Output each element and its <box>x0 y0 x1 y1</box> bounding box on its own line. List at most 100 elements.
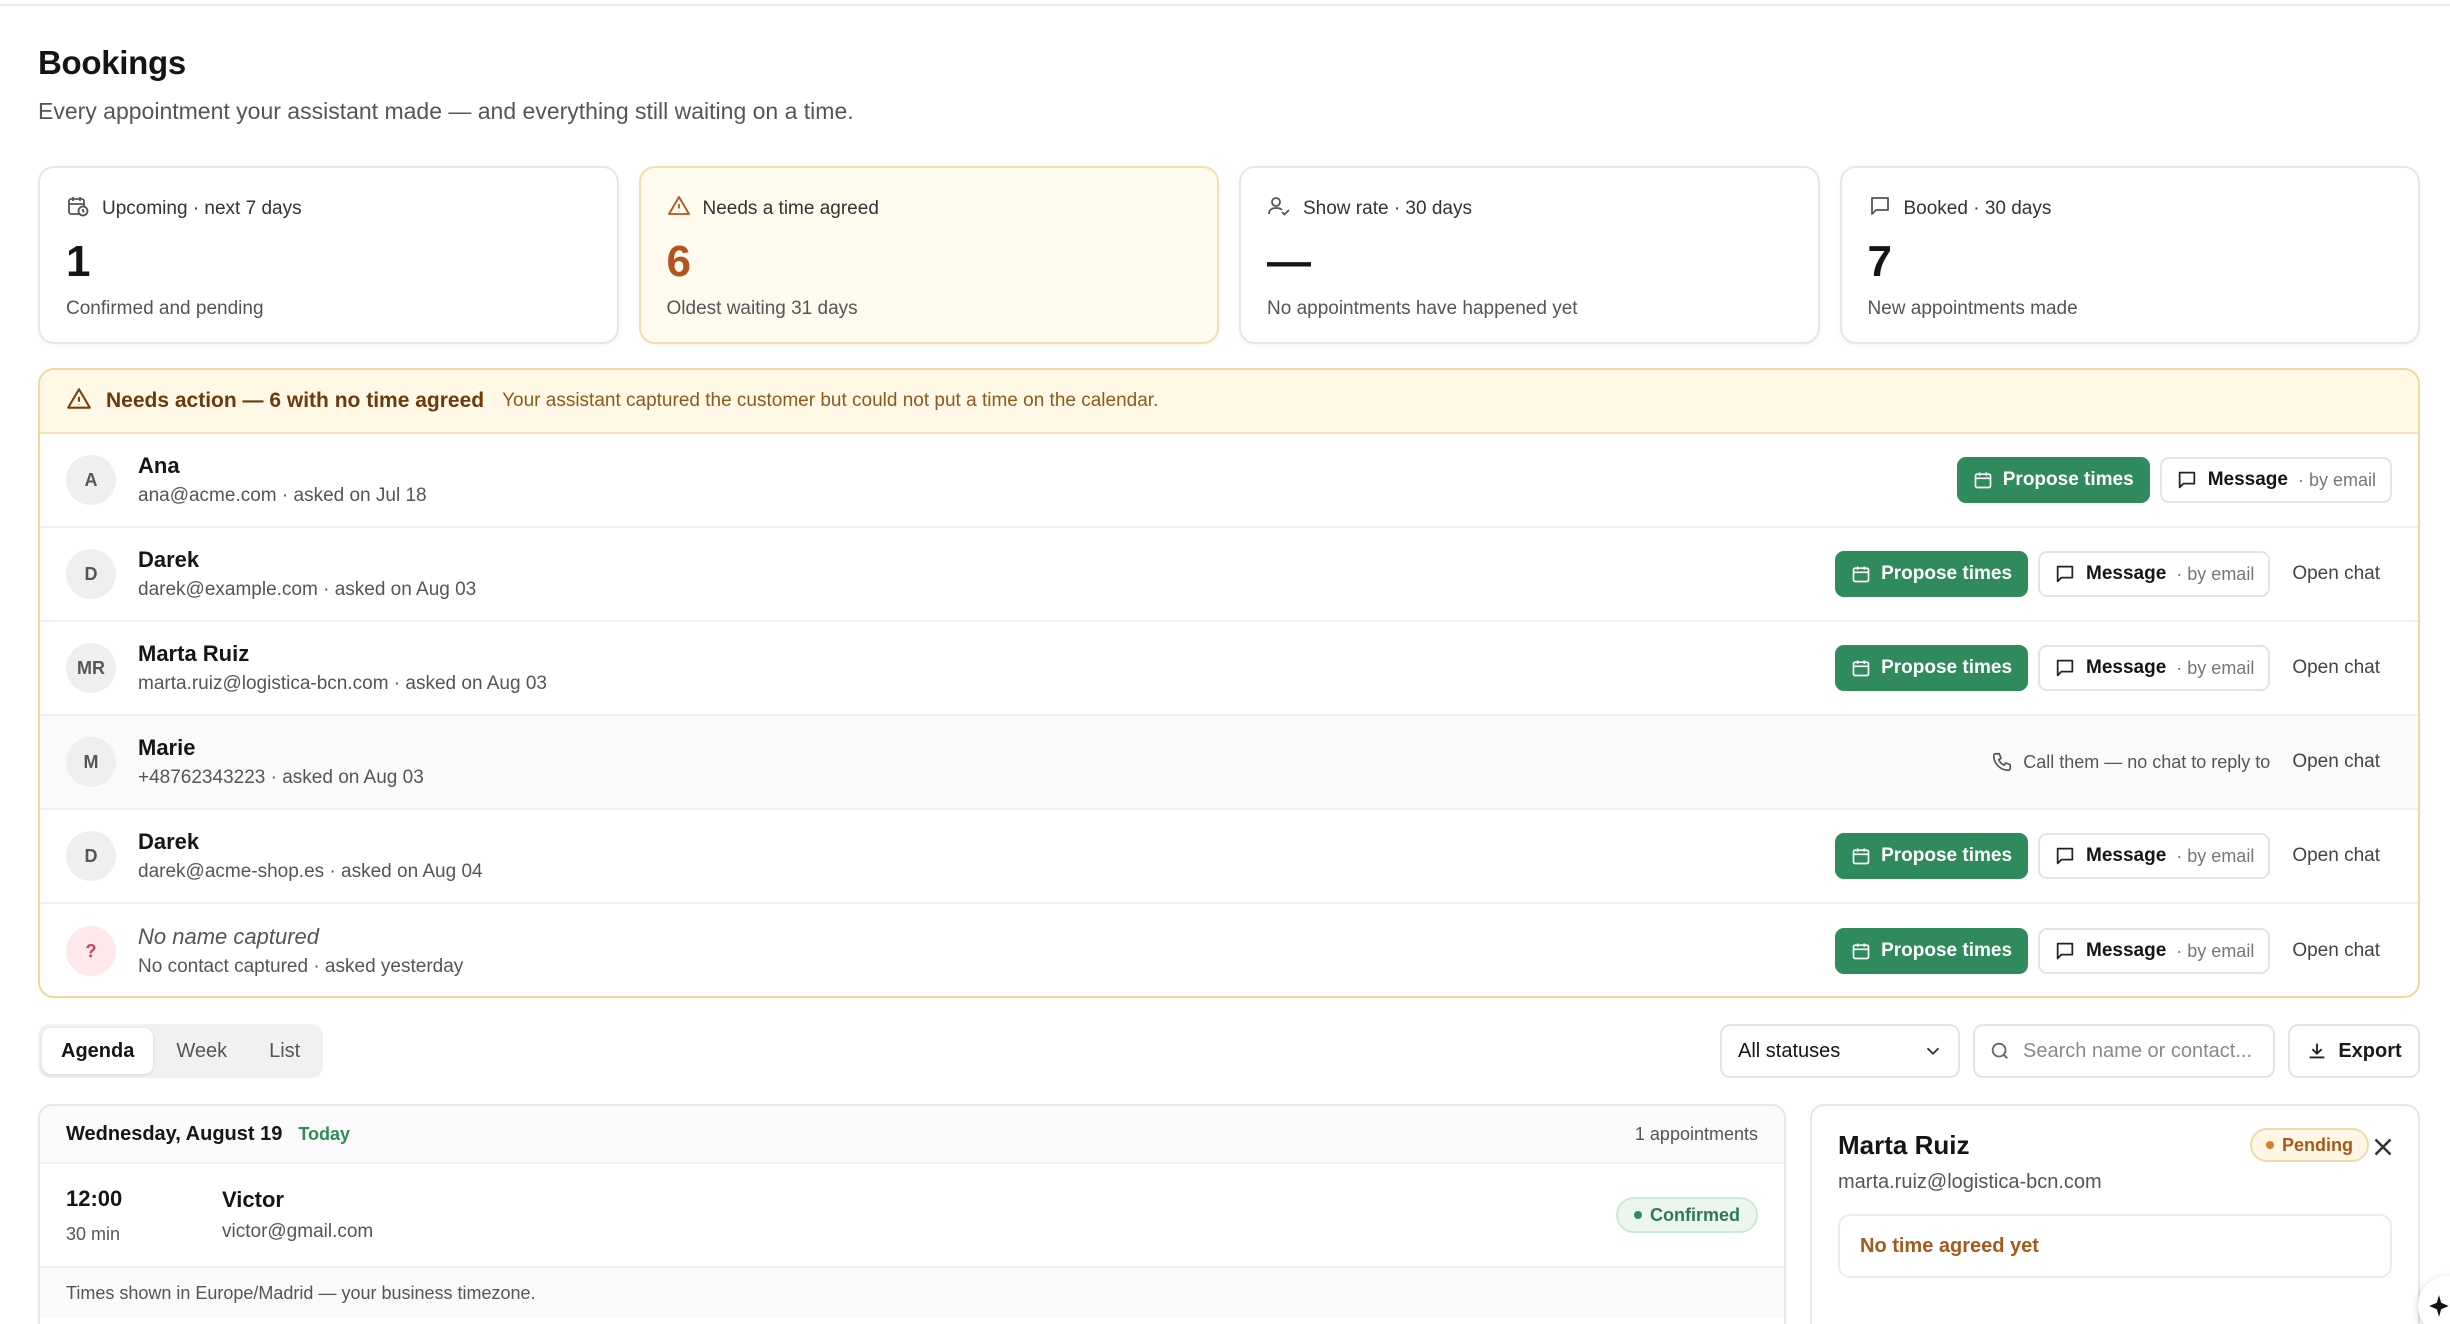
avatar: A <box>66 455 116 505</box>
stat-value: 1 <box>66 237 91 286</box>
no-time-notice: No time agreed yet <box>1838 1214 2392 1278</box>
stat-label: Show rate · 30 days <box>1303 198 1472 219</box>
warning-icon <box>66 386 92 417</box>
propose-times-button[interactable]: Propose times <box>1835 645 2029 691</box>
customer-contact: darek@acme-shop.es · asked on Aug 04 <box>138 861 483 882</box>
message-button[interactable]: Message · by email <box>2038 928 2271 974</box>
appointment-email: victor@gmail.com <box>222 1221 374 1242</box>
stat-note: Confirmed and pending <box>66 298 264 319</box>
page-subtitle: Every appointment your assistant made — … <box>38 98 854 124</box>
stat-label: Needs a time agreed <box>702 198 879 219</box>
agenda-day-header: Wednesday, August 19 Today 1 appointment… <box>40 1106 1784 1164</box>
close-icon[interactable] <box>2368 1132 2398 1162</box>
stat-card-needs-time: Needs a time agreed 6 Oldest waiting 31 … <box>638 166 1219 344</box>
needs-action-row: D Darek darek@acme-shop.es · asked on Au… <box>40 810 2418 904</box>
open-chat-link[interactable]: Open chat <box>2280 940 2392 962</box>
search-box <box>1973 1024 2275 1078</box>
phone-icon <box>1993 752 2012 772</box>
propose-times-button[interactable]: Propose times <box>1835 551 2029 597</box>
message-icon <box>2056 847 2074 865</box>
assistant-fab[interactable] <box>2418 1276 2450 1324</box>
message-icon <box>2056 942 2074 960</box>
customer-name: Darek <box>138 547 200 572</box>
chevron-down-icon <box>1926 1047 1940 1056</box>
open-chat-link[interactable]: Open chat <box>2280 563 2392 585</box>
avatar: M <box>66 737 116 787</box>
propose-times-button[interactable]: Propose times <box>1956 457 2150 503</box>
calendar-icon <box>1852 566 1870 583</box>
open-chat-link[interactable]: Open chat <box>2280 657 2392 679</box>
message-button[interactable]: Message · by email <box>2038 645 2271 691</box>
appointment-row[interactable]: 12:00 30 min Victor victor@gmail.com Con… <box>40 1164 1784 1268</box>
stat-card-booked: Booked · 30 days 7 New appointments made <box>1839 166 2420 344</box>
tab-week[interactable]: Week <box>157 1028 246 1074</box>
tab-agenda[interactable]: Agenda <box>42 1028 154 1074</box>
search-icon <box>1991 1042 2008 1059</box>
message-icon <box>2056 659 2074 677</box>
status-filter-select[interactable]: All statuses <box>1720 1024 1960 1078</box>
calendar-icon <box>1852 848 1870 865</box>
page-title: Bookings <box>38 44 186 81</box>
needs-action-panel: Needs action — 6 with no time agreed You… <box>38 368 2420 998</box>
needs-action-row: M Marie +48762343223 · asked on Aug 03 C… <box>40 716 2418 810</box>
tab-list[interactable]: List <box>250 1028 319 1074</box>
warning-icon <box>667 194 691 224</box>
stats-row: Upcoming · next 7 days 1 Confirmed and p… <box>38 166 2420 344</box>
appointment-duration: 30 min <box>66 1223 121 1244</box>
user-check-icon <box>1267 194 1291 224</box>
message-icon <box>1868 194 1892 224</box>
needs-action-row: D Darek darek@example.com · asked on Aug… <box>40 528 2418 622</box>
stat-card-upcoming: Upcoming · next 7 days 1 Confirmed and p… <box>38 166 619 344</box>
customer-name: Ana <box>138 453 180 478</box>
open-chat-link[interactable]: Open chat <box>2280 845 2392 867</box>
detail-email: marta.ruiz@logistica-bcn.com <box>1838 1171 2102 1193</box>
customer-contact: darek@example.com · asked on Aug 03 <box>138 579 477 600</box>
stat-note: New appointments made <box>1867 298 2078 319</box>
stat-note: Oldest waiting 31 days <box>666 298 858 319</box>
message-button[interactable]: Message · by email <box>2038 833 2271 879</box>
customer-name: Darek <box>138 829 200 854</box>
propose-times-button[interactable]: Propose times <box>1835 833 2029 879</box>
appointment-time: 12:00 <box>66 1185 123 1211</box>
message-icon <box>2178 471 2195 489</box>
propose-times-button[interactable]: Propose times <box>1835 928 2029 974</box>
customer-contact: No contact captured · asked yesterday <box>138 956 464 977</box>
customer-name: Marie <box>138 735 196 760</box>
calendar-icon <box>1852 943 1870 960</box>
call-note: Call them — no chat to reply to <box>1991 751 2270 773</box>
export-button[interactable]: Export <box>2288 1024 2420 1078</box>
sparkle-icon <box>2429 1295 2449 1317</box>
search-input[interactable] <box>2023 1039 2263 1063</box>
avatar: D <box>66 549 116 599</box>
avatar: MR <box>66 643 116 693</box>
avatar: ? <box>66 926 116 976</box>
customer-name: No name captured <box>138 924 319 949</box>
avatar: D <box>66 831 116 881</box>
needs-action-description: Your assistant captured the customer but… <box>502 390 1159 411</box>
appointment-name: Victor <box>222 1187 284 1212</box>
today-label: Today <box>298 1123 351 1144</box>
customer-contact: marta.ruiz@logistica-bcn.com · asked on … <box>138 673 547 694</box>
top-divider <box>0 0 2450 6</box>
message-button[interactable]: Message · by email <box>2038 551 2271 597</box>
stat-value: 7 <box>1867 237 1892 286</box>
timezone-note: Times shown in Europe/Madrid — your busi… <box>40 1268 1784 1318</box>
view-tabs: Agenda Week List <box>38 1024 324 1078</box>
status-badge: Pending <box>2250 1128 2369 1162</box>
needs-action-header: Needs action — 6 with no time agreed You… <box>40 370 2418 434</box>
calendar-icon <box>1974 472 1992 489</box>
needs-action-row: ? No name captured No contact captured ·… <box>40 904 2418 996</box>
stat-value: — <box>1267 237 1311 286</box>
needs-action-title: Needs action — 6 with no time agreed <box>106 389 485 412</box>
message-button[interactable]: Message · by email <box>2159 457 2392 503</box>
message-icon <box>2056 565 2074 583</box>
customer-name: Marta Ruiz <box>138 641 250 666</box>
status-badge: Confirmed <box>1616 1197 1758 1233</box>
calendar-icon <box>1852 660 1870 677</box>
customer-contact: ana@acme.com · asked on Jul 18 <box>138 485 427 506</box>
customer-contact: +48762343223 · asked on Aug 03 <box>138 767 424 788</box>
open-chat-link[interactable]: Open chat <box>2280 751 2392 773</box>
agenda-panel: Wednesday, August 19 Today 1 appointment… <box>38 1104 1786 1324</box>
stat-label: Upcoming · next 7 days <box>102 198 302 219</box>
booking-detail-panel: Marta Ruiz marta.ruiz@logistica-bcn.com … <box>1810 1104 2420 1324</box>
